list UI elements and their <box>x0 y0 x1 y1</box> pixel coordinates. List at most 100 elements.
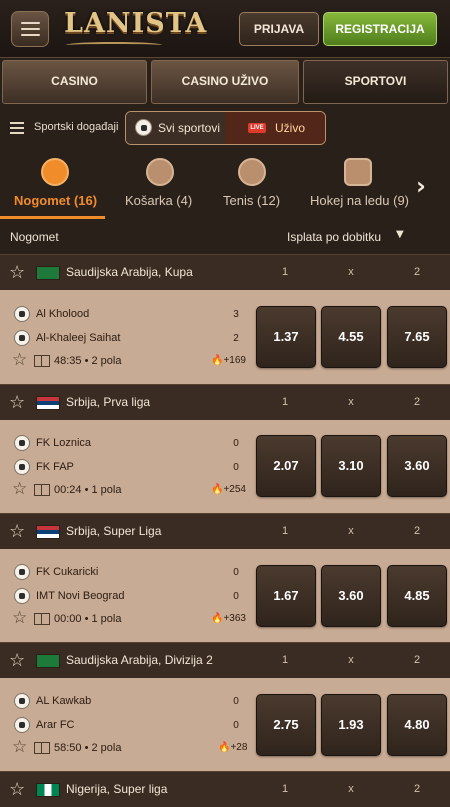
match-time: 58:50 • 2 pola <box>54 742 122 754</box>
chevron-right-icon[interactable]: › <box>416 172 426 200</box>
logo[interactable]: LANISTA <box>64 8 207 39</box>
odd-away[interactable]: 3.60 <box>387 435 447 497</box>
odd-away[interactable]: 7.65 <box>387 306 447 368</box>
home-team: Al Kholood <box>14 305 89 323</box>
list-title: Nogomet <box>10 230 59 244</box>
soccer-ball-icon <box>14 459 30 475</box>
col-2: 2 <box>413 654 421 666</box>
col-x: x <box>348 783 354 795</box>
league-name: Srbija, Super Liga <box>66 524 162 538</box>
odd-draw[interactable]: 3.10 <box>321 435 381 497</box>
star-icon[interactable]: ☆ <box>12 737 27 757</box>
match-row[interactable]: AL Kawkab 0 Arar FC 0 ☆ 58:50 • 2 pola 🔥… <box>0 678 450 772</box>
odd-draw[interactable]: 4.55 <box>321 306 381 368</box>
live-button[interactable]: LIVE Uživo <box>225 112 325 144</box>
sport-tab-football[interactable]: Nogomet (16) <box>0 150 105 220</box>
fire-icon: 🔥 <box>211 355 224 366</box>
login-button[interactable]: PRIJAVA <box>239 12 319 46</box>
field-icon <box>34 613 50 625</box>
odd-home[interactable]: 1.37 <box>256 306 316 368</box>
odd-away[interactable]: 4.80 <box>387 694 447 756</box>
live-label: Uživo <box>275 121 306 135</box>
sports-menu-icon[interactable] <box>10 122 24 134</box>
top-header: LANISTA PRIJAVA REGISTRACIJA <box>0 0 450 58</box>
home-team-name: Al Kholood <box>36 308 90 320</box>
tab-casino-live[interactable]: CASINO UŽIVO <box>151 60 299 104</box>
star-icon[interactable]: ☆ <box>9 521 25 542</box>
tab-casino[interactable]: CASINO <box>2 60 147 104</box>
fire-icon: 🔥 <box>211 613 224 624</box>
league-name: Saudijska Arabija, Kupa <box>66 265 193 279</box>
chevron-down-icon[interactable]: ▼ <box>396 229 404 240</box>
more-markets[interactable]: 🔥+28 <box>218 742 247 753</box>
away-team: FK FAP <box>14 458 74 476</box>
star-icon[interactable]: ☆ <box>9 392 25 413</box>
fire-icon: 🔥 <box>218 742 231 753</box>
star-icon[interactable]: ☆ <box>9 650 25 671</box>
sort-dropdown[interactable]: Isplata po dobitku <box>287 230 381 244</box>
fire-icon: 🔥 <box>211 484 224 495</box>
away-score: 2 <box>233 333 239 344</box>
list-header: Nogomet Isplata po dobitku ▼ <box>0 220 450 254</box>
odd-home[interactable]: 1.67 <box>256 565 316 627</box>
nigeria-flag-icon <box>36 783 60 797</box>
odd-home[interactable]: 2.07 <box>256 435 316 497</box>
main-nav: CASINO CASINO UŽIVO SPORTOVI <box>0 58 450 108</box>
menu-button[interactable] <box>11 11 49 47</box>
col-x: x <box>348 396 354 408</box>
star-icon[interactable]: ☆ <box>12 479 27 499</box>
more-markets[interactable]: 🔥+254 <box>211 484 246 495</box>
star-icon[interactable]: ☆ <box>12 350 27 370</box>
more-markets[interactable]: 🔥+169 <box>211 355 246 366</box>
odd-away[interactable]: 4.85 <box>387 565 447 627</box>
match-row[interactable]: FK Loznica 0 FK FAP 0 ☆ 00:24 • 1 pola 🔥… <box>0 420 450 514</box>
sport-tab-label: Nogomet (16) <box>14 193 98 208</box>
sport-tabs: Nogomet (16) Košarka (4) Tenis (12) Hoke… <box>0 150 450 220</box>
col-2: 2 <box>413 525 421 537</box>
soccer-ball-icon <box>14 564 30 580</box>
away-team-name: Arar FC <box>36 719 75 731</box>
home-team-name: FK Cukaricki <box>36 566 99 578</box>
match-row[interactable]: Al Kholood 3 Al-Khaleej Saihat 2 ☆ 48:35… <box>0 290 450 384</box>
basketball-icon <box>146 158 174 186</box>
sport-tab-hockey[interactable]: Hokej na ledu (9) <box>300 150 415 220</box>
star-icon[interactable]: ☆ <box>9 262 25 283</box>
field-icon <box>34 742 50 754</box>
saudi-arabia-flag-icon <box>36 654 60 668</box>
field-icon <box>34 355 50 367</box>
more-markets[interactable]: 🔥+363 <box>211 613 246 624</box>
away-team-name: Al-Khaleej Saihat <box>36 332 121 344</box>
soccer-ball-icon <box>14 435 30 451</box>
all-sports-button[interactable]: Svi sportovi <box>126 112 225 144</box>
col-2: 2 <box>413 266 421 278</box>
odd-draw[interactable]: 1.93 <box>321 694 381 756</box>
league-header: ☆ Srbija, Prva liga 1 x 2 <box>0 384 450 420</box>
star-icon[interactable]: ☆ <box>9 779 25 800</box>
away-score: 0 <box>233 591 239 602</box>
col-x: x <box>348 525 354 537</box>
col-2: 2 <box>413 783 421 795</box>
live-badge: LIVE <box>248 123 266 133</box>
odd-home[interactable]: 2.75 <box>256 694 316 756</box>
star-icon[interactable]: ☆ <box>12 608 27 628</box>
home-score: 0 <box>233 696 239 707</box>
match-row[interactable]: FK Cukaricki 0 IMT Novi Beograd 0 ☆ 00:0… <box>0 549 450 643</box>
sport-tab-label: Hokej na ledu (9) <box>310 193 409 208</box>
field-icon <box>34 484 50 496</box>
away-team-name: FK FAP <box>36 461 74 473</box>
col-2: 2 <box>413 396 421 408</box>
home-team: FK Loznica <box>14 434 91 452</box>
away-team: IMT Novi Beograd <box>14 587 124 605</box>
league-header: ☆ Saudijska Arabija, Divizija 2 1 x 2 <box>0 642 450 678</box>
menu-icon-line <box>21 28 40 30</box>
register-button[interactable]: REGISTRACIJA <box>323 12 437 46</box>
sport-tab-tennis[interactable]: Tenis (12) <box>213 150 293 220</box>
sports-filter-toggle: Svi sportovi LIVE Uživo <box>125 111 326 145</box>
sport-tab-basketball[interactable]: Košarka (4) <box>113 150 203 220</box>
odd-draw[interactable]: 3.60 <box>321 565 381 627</box>
away-team-name: IMT Novi Beograd <box>36 590 125 602</box>
col-1: 1 <box>281 654 289 666</box>
tab-sports[interactable]: SPORTOVI <box>303 60 448 104</box>
soccer-ball-icon <box>14 330 30 346</box>
col-x: x <box>348 266 354 278</box>
